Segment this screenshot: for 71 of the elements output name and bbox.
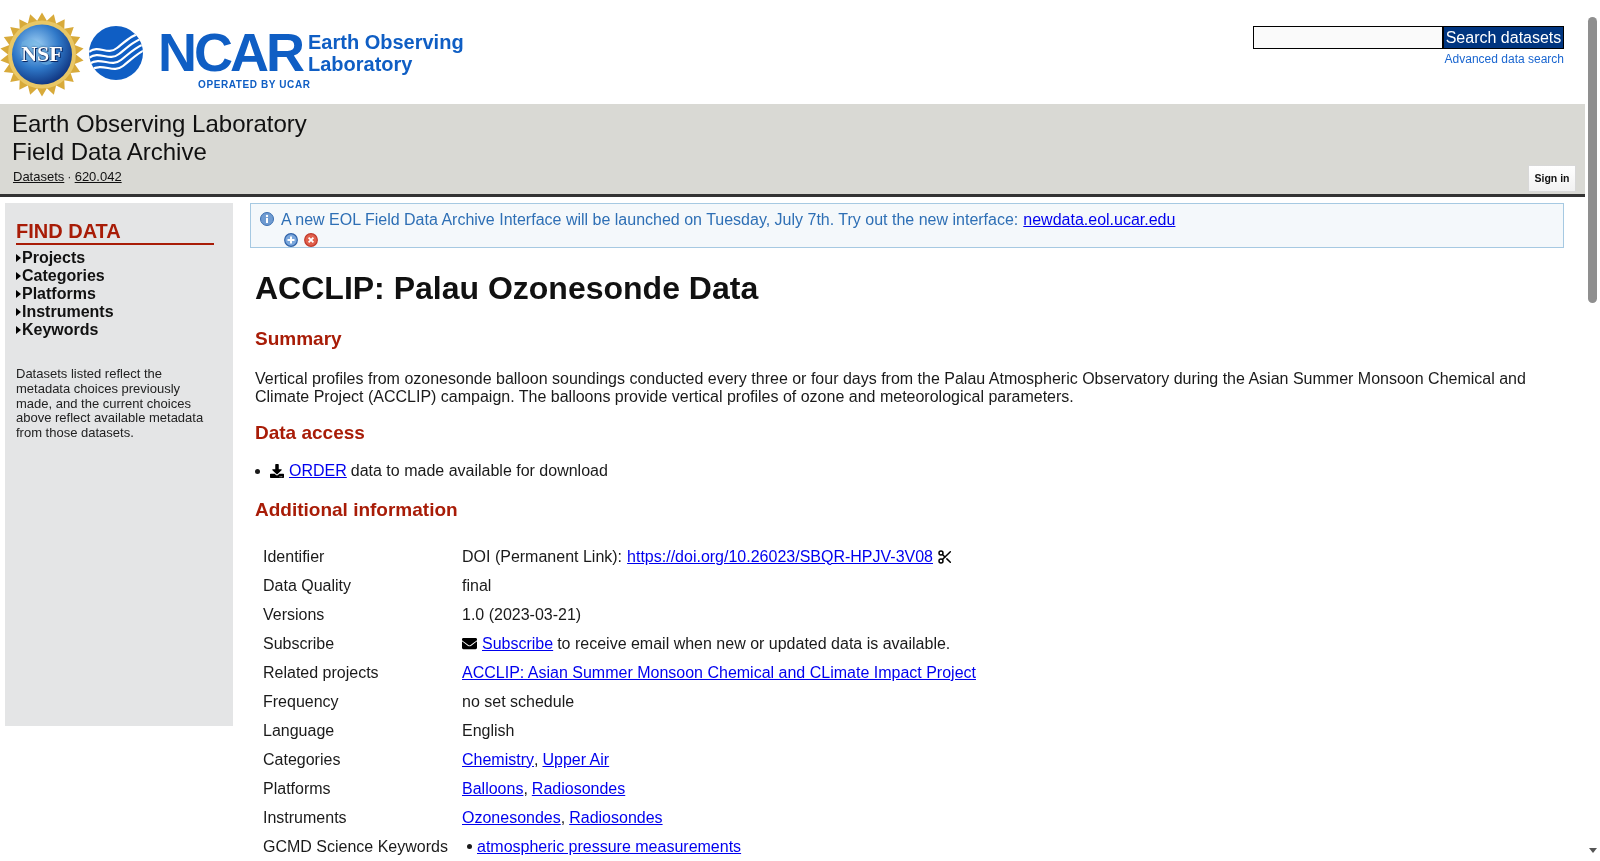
section-heading: Data access xyxy=(255,421,366,444)
value-link[interactable]: Chemistry xyxy=(462,750,534,769)
sign-in-button[interactable]: Sign in xyxy=(1528,165,1576,192)
order-link[interactable]: ORDER xyxy=(289,462,347,480)
envelope-icon xyxy=(462,636,477,651)
download-icon xyxy=(270,464,284,478)
sidebar-item[interactable]: Projects xyxy=(16,249,86,267)
field-value: DOI (Permanent Link): xyxy=(462,547,623,566)
field-label: Identifier xyxy=(263,547,326,566)
logo-subtitle: Earth Observing xyxy=(308,31,464,53)
sidebar-item[interactable]: Categories xyxy=(16,267,105,285)
field-value: English xyxy=(462,721,515,740)
close-icon[interactable] xyxy=(304,233,318,247)
subscribe-link[interactable]: Subscribe xyxy=(482,634,554,653)
sidebar-item[interactable]: Keywords xyxy=(16,321,99,339)
value-link[interactable]: Radiosondes xyxy=(569,808,663,827)
summary-text: Vertical profiles from ozonesonde balloon soundings conducted every three or four days from the Palau Atmospheric Observatory during the Asian Summer Monsoon Chemical and Climate Project (ACCLIP) campaign. The balloons provide vertical profiles of ozone and meteorological parameters. xyxy=(255,370,1527,406)
field-label: Frequency xyxy=(263,692,340,711)
section-heading: Summary xyxy=(255,327,343,350)
field-label: Versions xyxy=(263,605,326,624)
new-interface-link[interactable]: newdata.eol.ucar.edu xyxy=(1023,211,1176,228)
section-heading: Additional information xyxy=(255,498,459,521)
value-link[interactable]: Upper Air xyxy=(542,750,610,769)
value-link[interactable]: ACCLIP: Asian Summer Monsoon Chemical and CLimate Impact Project xyxy=(462,663,976,682)
scissors-icon[interactable] xyxy=(937,548,953,565)
breadcrumb-link[interactable]: 620.042 xyxy=(74,169,122,185)
field-label: Subscribe xyxy=(263,634,336,653)
breadcrumb-separator: · xyxy=(67,169,72,185)
bullet-icon xyxy=(467,844,472,849)
dataset-title: ACCLIP: Palau Ozonesonde Data xyxy=(255,269,760,307)
field-label: Related projects xyxy=(263,663,380,682)
sidebar-item[interactable]: Platforms xyxy=(16,285,96,303)
advanced-search-link[interactable]: Advanced data search xyxy=(1444,52,1564,66)
notice-text: A new EOL Field Data Archive Interface will be launched on Tuesday, July 7th. Try out the new interface: xyxy=(281,211,1019,228)
search-button[interactable]: Search datasets xyxy=(1443,26,1564,49)
field-label: Platforms xyxy=(263,779,332,798)
field-label: Data Quality xyxy=(263,576,353,595)
keyword-link[interactable]: atmospheric pressure measurements xyxy=(477,837,742,856)
scrollbar-thumb[interactable] xyxy=(1588,17,1597,303)
wave-circle-logo xyxy=(89,26,143,80)
site-title: Earth Observing Laboratory xyxy=(12,110,307,138)
value-link[interactable]: Balloons xyxy=(462,779,524,798)
info-icon xyxy=(260,212,274,226)
bullet-icon xyxy=(255,468,260,474)
field-value: no set schedule xyxy=(462,692,575,711)
field-label: Instruments xyxy=(263,808,348,827)
sidebar-item[interactable]: Instruments xyxy=(16,303,114,321)
sidebar-note: Datasets listed reflect the metadata choices previously made, and the current choices above reflect available metadata from those datasets. xyxy=(16,367,205,441)
logo-text: NSF xyxy=(20,40,64,68)
site-title: Field Data Archive xyxy=(12,137,208,165)
field-label: GCMD Science Keywords xyxy=(263,837,449,856)
comma-separator: , xyxy=(560,808,566,827)
sidebar-heading: FIND DATA xyxy=(16,219,214,245)
order-text: data to made available for download xyxy=(350,462,608,480)
value-link[interactable]: Radiosondes xyxy=(531,779,626,798)
comma-separator: , xyxy=(534,750,539,769)
doi-link[interactable]: https://doi.org/10.26023/SBQR-HPJV-3V08 xyxy=(627,547,933,566)
logo-subtitle: Laboratory xyxy=(308,53,414,75)
search-field[interactable] xyxy=(1253,26,1443,49)
field-value: 1.0 (2023-03-21) xyxy=(462,605,582,624)
field-value: to receive email when new or updated data is available. xyxy=(557,634,951,653)
breadcrumb-link[interactable]: Datasets xyxy=(13,169,65,185)
logo-tagline: OPERATED BY UCAR xyxy=(198,79,311,90)
field-label: Categories xyxy=(263,750,342,769)
field-label: Language xyxy=(263,721,336,740)
plus-circle-icon[interactable] xyxy=(284,233,298,247)
field-value: final xyxy=(462,576,492,595)
value-link[interactable]: Ozonesondes xyxy=(462,808,561,827)
scroll-down-arrow-icon[interactable] xyxy=(1588,848,1597,853)
logo-wordmark: NCAR xyxy=(158,25,302,79)
comma-separator: , xyxy=(523,779,528,798)
